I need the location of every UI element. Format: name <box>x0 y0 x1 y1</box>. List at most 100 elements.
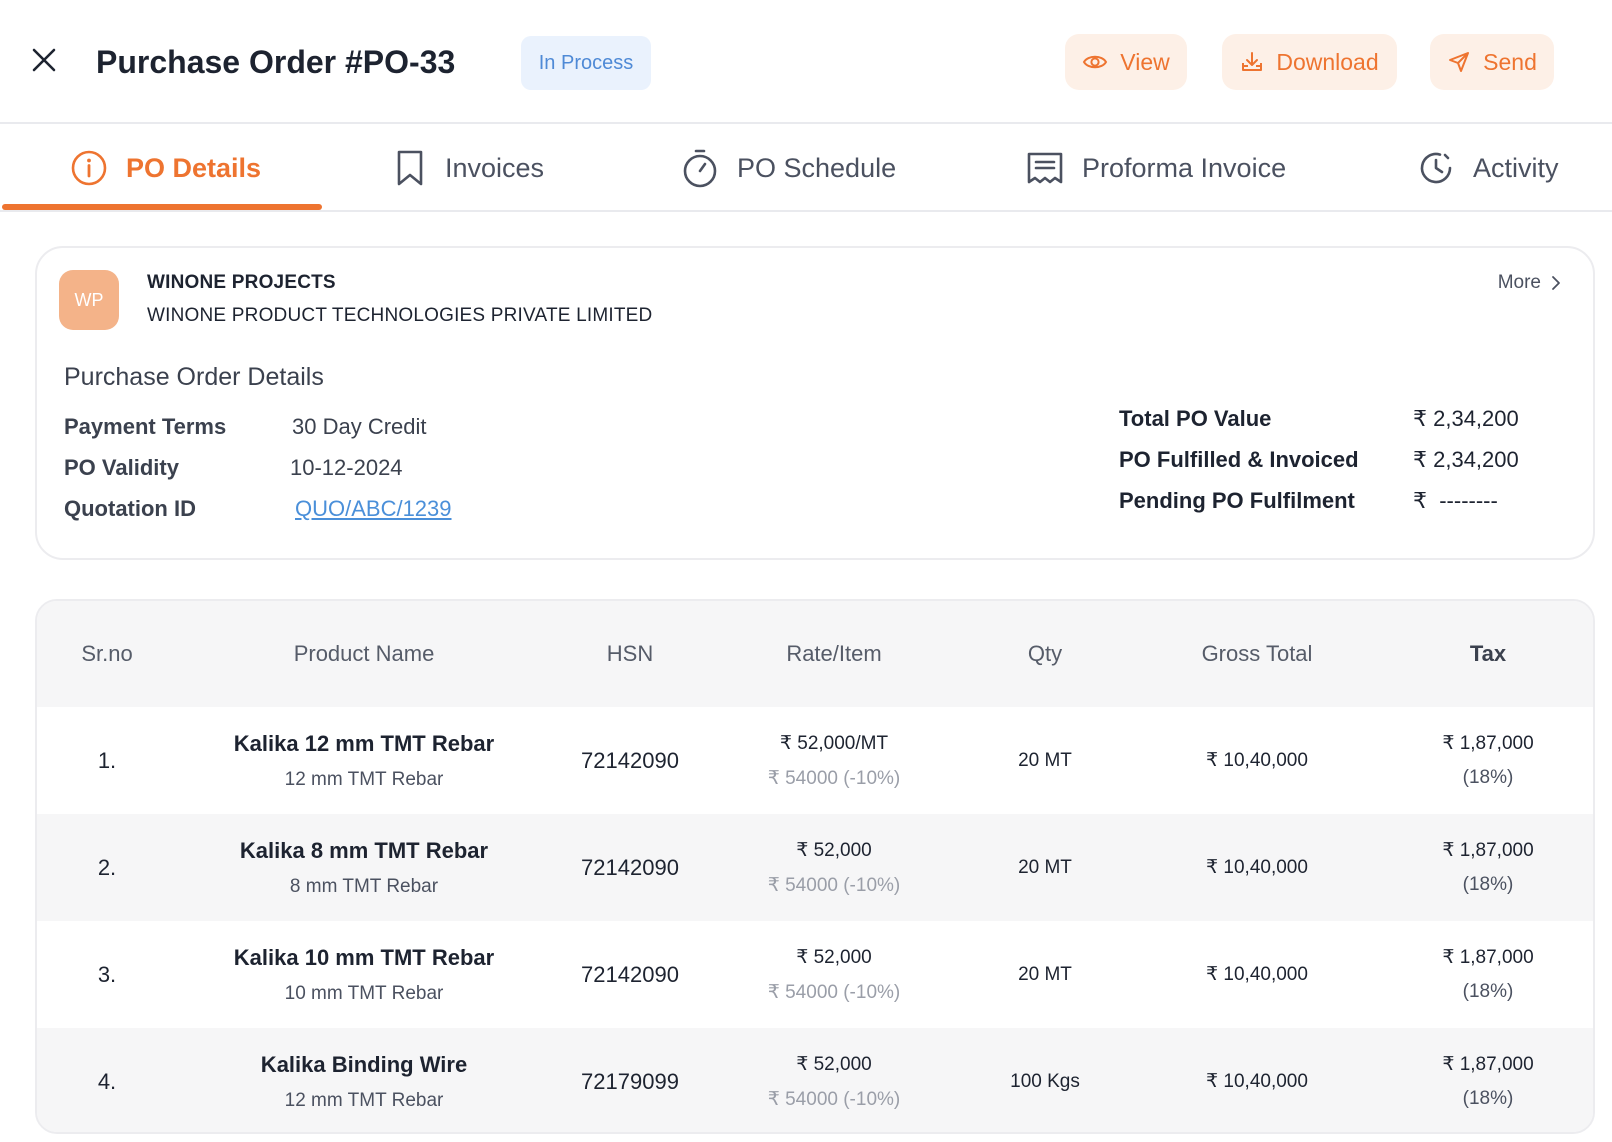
info-icon <box>71 150 107 186</box>
gross-total: ₹ 10,40,000 <box>1206 1071 1308 1092</box>
gross-total: ₹ 10,40,000 <box>1206 964 1308 985</box>
stopwatch-icon <box>683 149 717 188</box>
product-name: Kalika Binding Wire <box>260 1051 468 1077</box>
tax-percent: (18%) <box>1462 981 1514 1002</box>
row-serial: 1. <box>97 747 117 773</box>
rate-per-item: ₹ 52,000/MT <box>779 732 889 754</box>
tax-percent: (18%) <box>1462 874 1514 895</box>
tab-label: Activity <box>1473 152 1559 183</box>
hsn-code: 72142090 <box>581 747 679 773</box>
download-label: Download <box>1276 48 1379 75</box>
quotation-id-label: Quotation ID <box>64 496 196 521</box>
product-description: 12 mm TMT Rebar <box>284 768 444 790</box>
vendor-avatar: WP <box>59 270 119 330</box>
product-name: Kalika 8 mm TMT Rebar <box>239 837 489 863</box>
active-tab-indicator <box>2 204 322 210</box>
send-button[interactable]: Send <box>1430 34 1554 90</box>
chevron-right-icon <box>1552 276 1560 290</box>
items-table: Sr.no Product Name HSN Rate/Item Qty Gro… <box>35 599 1595 1134</box>
po-fulfilled-label: PO Fulfilled & Invoiced <box>1119 447 1359 472</box>
quotation-id-link[interactable]: QUO/ABC/1239 <box>295 495 452 523</box>
tab-label: PO Details <box>126 152 262 183</box>
quantity: 20 MT <box>1018 856 1072 878</box>
receipt-icon <box>1027 152 1063 184</box>
po-validity-label: PO Validity <box>64 455 179 480</box>
column-header: Rate/Item <box>786 641 882 666</box>
tax-percent: (18%) <box>1462 767 1514 788</box>
total-po-value: ₹ 2,34,200 <box>1413 406 1519 431</box>
original-rate: ₹ 54000 (-10%) <box>767 767 901 789</box>
payment-terms-value: 30 Day Credit <box>292 414 427 439</box>
column-header: Gross Total <box>1201 641 1313 666</box>
download-icon <box>1242 52 1263 71</box>
table-row[interactable]: 2. Kalika 8 mm TMT Rebar 8 mm TMT Rebar … <box>37 814 1593 921</box>
vendor-full-name: WINONE PRODUCT TECHNOLOGIES PRIVATE LIMI… <box>147 305 653 326</box>
hsn-code: 72142090 <box>581 961 679 987</box>
close-icon <box>32 48 56 72</box>
rate-per-item: ₹ 52,000 <box>796 946 872 968</box>
pending-fulfilment-label: Pending PO Fulfilment <box>1119 488 1355 513</box>
tab-po-details[interactable]: PO Details <box>70 126 261 210</box>
table-row[interactable]: 3. Kalika 10 mm TMT Rebar 10 mm TMT Reba… <box>37 921 1593 1028</box>
history-icon <box>1420 152 1452 184</box>
view-label: View <box>1120 48 1170 75</box>
row-serial: 4. <box>97 1068 117 1094</box>
row-serial: 3. <box>97 961 117 987</box>
rate-per-item: ₹ 52,000 <box>796 1053 872 1075</box>
tab-bar: PO Details Invoices PO Schedule Proforma… <box>0 126 1612 212</box>
po-details-card: WP WINONE PROJECTS WINONE PRODUCT TECHNO… <box>35 246 1595 560</box>
gross-total: ₹ 10,40,000 <box>1206 750 1308 771</box>
hsn-code: 72179099 <box>581 1068 679 1094</box>
column-header: Product Name <box>293 641 435 666</box>
row-serial: 2. <box>97 854 117 880</box>
po-validity-value: 10-12-2024 <box>290 455 403 480</box>
tab-label: PO Schedule <box>737 152 897 183</box>
pending-fulfilment-value: ₹ -------- <box>1413 488 1498 513</box>
vendor-short-name: WINONE PROJECTS <box>147 272 336 293</box>
header: Purchase Order #PO-33 In Process View Do… <box>0 0 1612 124</box>
original-rate: ₹ 54000 (-10%) <box>767 1088 901 1110</box>
eye-icon <box>1083 55 1108 69</box>
hsn-code: 72142090 <box>581 854 679 880</box>
tab-activity[interactable]: Activity <box>1417 126 1559 210</box>
column-header: Sr.no <box>81 641 133 666</box>
original-rate: ₹ 54000 (-10%) <box>767 874 901 896</box>
close-button[interactable] <box>26 42 62 78</box>
tab-label: Invoices <box>445 152 545 183</box>
original-rate: ₹ 54000 (-10%) <box>767 981 901 1003</box>
section-title: Purchase Order Details <box>64 363 324 391</box>
tax-amount: ₹ 1,87,000 <box>1442 840 1534 861</box>
bookmark-icon <box>397 150 423 186</box>
tab-label: Proforma Invoice <box>1082 152 1287 183</box>
tax-amount: ₹ 1,87,000 <box>1442 1054 1534 1075</box>
gross-total: ₹ 10,40,000 <box>1206 857 1308 878</box>
table-header: Sr.no Product Name HSN Rate/Item Qty Gro… <box>37 601 1593 707</box>
tax-amount: ₹ 1,87,000 <box>1442 947 1534 968</box>
tab-po-schedule[interactable]: PO Schedule <box>681 126 896 210</box>
total-po-value-label: Total PO Value <box>1119 406 1272 431</box>
product-description: 10 mm TMT Rebar <box>284 982 444 1004</box>
column-header: Qty <box>1027 641 1063 666</box>
download-button[interactable]: Download <box>1222 34 1397 90</box>
product-description: 8 mm TMT Rebar <box>289 875 439 897</box>
product-name: Kalika 12 mm TMT Rebar <box>233 730 495 756</box>
table-row[interactable]: 1. Kalika 12 mm TMT Rebar 12 mm TMT Reba… <box>37 707 1593 814</box>
more-label: More <box>1497 272 1541 293</box>
send-icon <box>1449 52 1470 72</box>
product-name: Kalika 10 mm TMT Rebar <box>233 944 495 970</box>
product-description: 12 mm TMT Rebar <box>284 1089 444 1111</box>
quantity: 20 MT <box>1018 963 1072 985</box>
rate-per-item: ₹ 52,000 <box>796 839 872 861</box>
column-header: HSN <box>606 641 654 666</box>
tax-percent: (18%) <box>1462 1088 1514 1109</box>
payment-terms-label: Payment Terms <box>64 414 227 439</box>
po-fulfilled-value: ₹ 2,34,200 <box>1413 447 1519 472</box>
status-badge: In Process <box>521 36 651 90</box>
tab-proforma-invoice[interactable]: Proforma Invoice <box>1026 126 1286 210</box>
more-link[interactable]: More <box>1498 272 1561 294</box>
view-button[interactable]: View <box>1065 34 1187 90</box>
tax-amount: ₹ 1,87,000 <box>1442 733 1534 754</box>
tab-invoices[interactable]: Invoices <box>393 126 544 210</box>
table-row[interactable]: 4. Kalika Binding Wire 12 mm TMT Rebar 7… <box>37 1028 1593 1132</box>
quantity: 20 MT <box>1018 749 1072 771</box>
